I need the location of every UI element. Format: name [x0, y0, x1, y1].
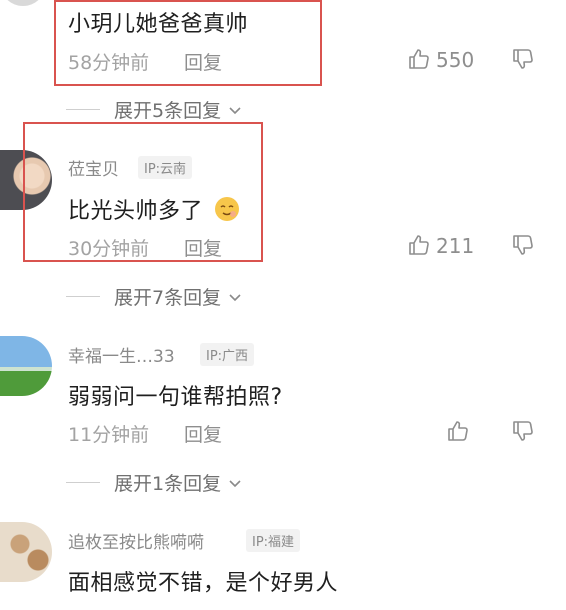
- expand-label: 展开5条回复: [114, 100, 222, 122]
- expand-label: 展开1条回复: [114, 473, 222, 495]
- avatar[interactable]: [0, 0, 46, 6]
- reply-button[interactable]: 回复: [184, 420, 222, 447]
- thumbs-down-icon[interactable]: [511, 47, 535, 75]
- expand-replies-button[interactable]: 展开1条回复: [66, 469, 243, 496]
- comment-text: 弱弱问一句谁帮拍照?: [68, 385, 283, 410]
- comment-text: 面相感觉不错，是个好男人: [68, 571, 339, 596]
- username[interactable]: 追枚至按比熊嗬嗬: [68, 528, 204, 553]
- thumbs-down-icon[interactable]: [511, 419, 535, 447]
- thumbs-down-icon[interactable]: [511, 233, 535, 261]
- thumbs-up-icon[interactable]: [446, 419, 470, 447]
- chevron-down-icon: [227, 475, 243, 491]
- avatar[interactable]: [0, 522, 52, 582]
- divider: [66, 109, 100, 110]
- like-count: 550: [436, 48, 475, 72]
- chevron-down-icon: [227, 102, 243, 118]
- expand-replies-button[interactable]: 展开5条回复: [66, 96, 243, 123]
- expand-replies-button[interactable]: 展开7条回复: [66, 283, 243, 310]
- thumbs-up-icon[interactable]: [407, 47, 431, 75]
- divider: [66, 482, 100, 483]
- highlight-box: [23, 122, 263, 262]
- chevron-down-icon: [227, 289, 243, 305]
- username[interactable]: 幸福一生…33: [68, 342, 175, 367]
- thumbs-up-icon[interactable]: [407, 233, 431, 261]
- highlight-box: [54, 0, 322, 86]
- expand-label: 展开7条回复: [114, 287, 222, 309]
- ip-location-badge: IP:广西: [200, 343, 255, 366]
- divider: [66, 296, 100, 297]
- avatar[interactable]: [0, 336, 52, 396]
- ip-location-badge: IP:福建: [246, 529, 301, 552]
- like-count: 211: [436, 234, 475, 258]
- comment-time: 11分钟前: [68, 424, 150, 446]
